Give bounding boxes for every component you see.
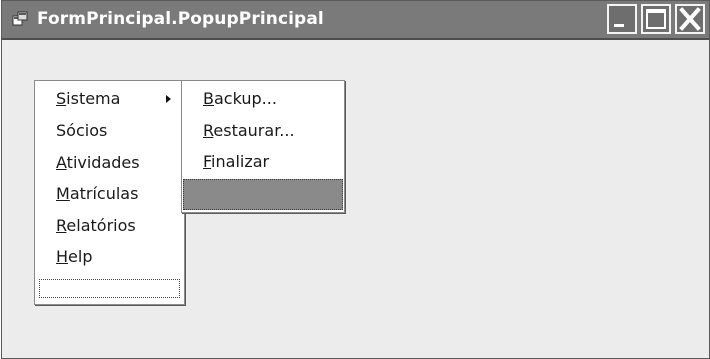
minimize-button[interactable] (607, 4, 637, 34)
maximize-button[interactable] (641, 4, 671, 34)
close-icon (679, 7, 701, 31)
menu-item-label: Matrículas (56, 184, 139, 203)
menu-item-label: Finalizar (203, 152, 270, 171)
close-button[interactable] (675, 4, 705, 34)
menu-item-help[interactable]: Help (35, 242, 184, 272)
menu-item-label: Backup... (203, 89, 277, 108)
menu-item-relatorios[interactable]: Relatórios (35, 211, 184, 241)
menu-item-empty-selected[interactable] (183, 179, 343, 210)
menu-item-finalizar[interactable]: Finalizar (182, 147, 344, 177)
window-title: FormPrincipal.PopupPrincipal (37, 9, 324, 29)
menu-item-restaurar[interactable]: Restaurar... (182, 116, 344, 146)
title-bar[interactable]: FormPrincipal.PopupPrincipal (2, 1, 709, 40)
menu-item-backup[interactable]: Backup... (182, 84, 344, 114)
app-form-icon[interactable] (12, 11, 28, 27)
menu-item-atividades[interactable]: Atividades (35, 148, 184, 178)
menu-item-empty[interactable] (39, 279, 180, 298)
menu-item-socios[interactable]: Sócios (35, 116, 184, 146)
main-window: FormPrincipal.PopupPrincipal Sistema Sóc… (1, 0, 710, 359)
submenu-arrow-icon (166, 95, 171, 103)
menu-item-matriculas[interactable]: Matrículas (35, 179, 184, 209)
popup-menu-main: Sistema Sócios Atividades Matrículas Rel… (34, 80, 185, 305)
menu-item-label: Restaurar... (203, 121, 295, 140)
submenu-sistema: Backup... Restaurar... Finalizar (181, 80, 345, 213)
minimize-icon (614, 24, 624, 27)
menu-item-label: Sócios (56, 121, 108, 140)
menu-item-label: Help (56, 247, 93, 266)
menu-item-sistema[interactable]: Sistema (35, 84, 184, 114)
menu-item-label: Relatórios (56, 216, 136, 235)
maximize-icon (646, 9, 666, 29)
menu-item-label: Sistema (56, 89, 121, 108)
menu-item-label: Atividades (56, 153, 140, 172)
